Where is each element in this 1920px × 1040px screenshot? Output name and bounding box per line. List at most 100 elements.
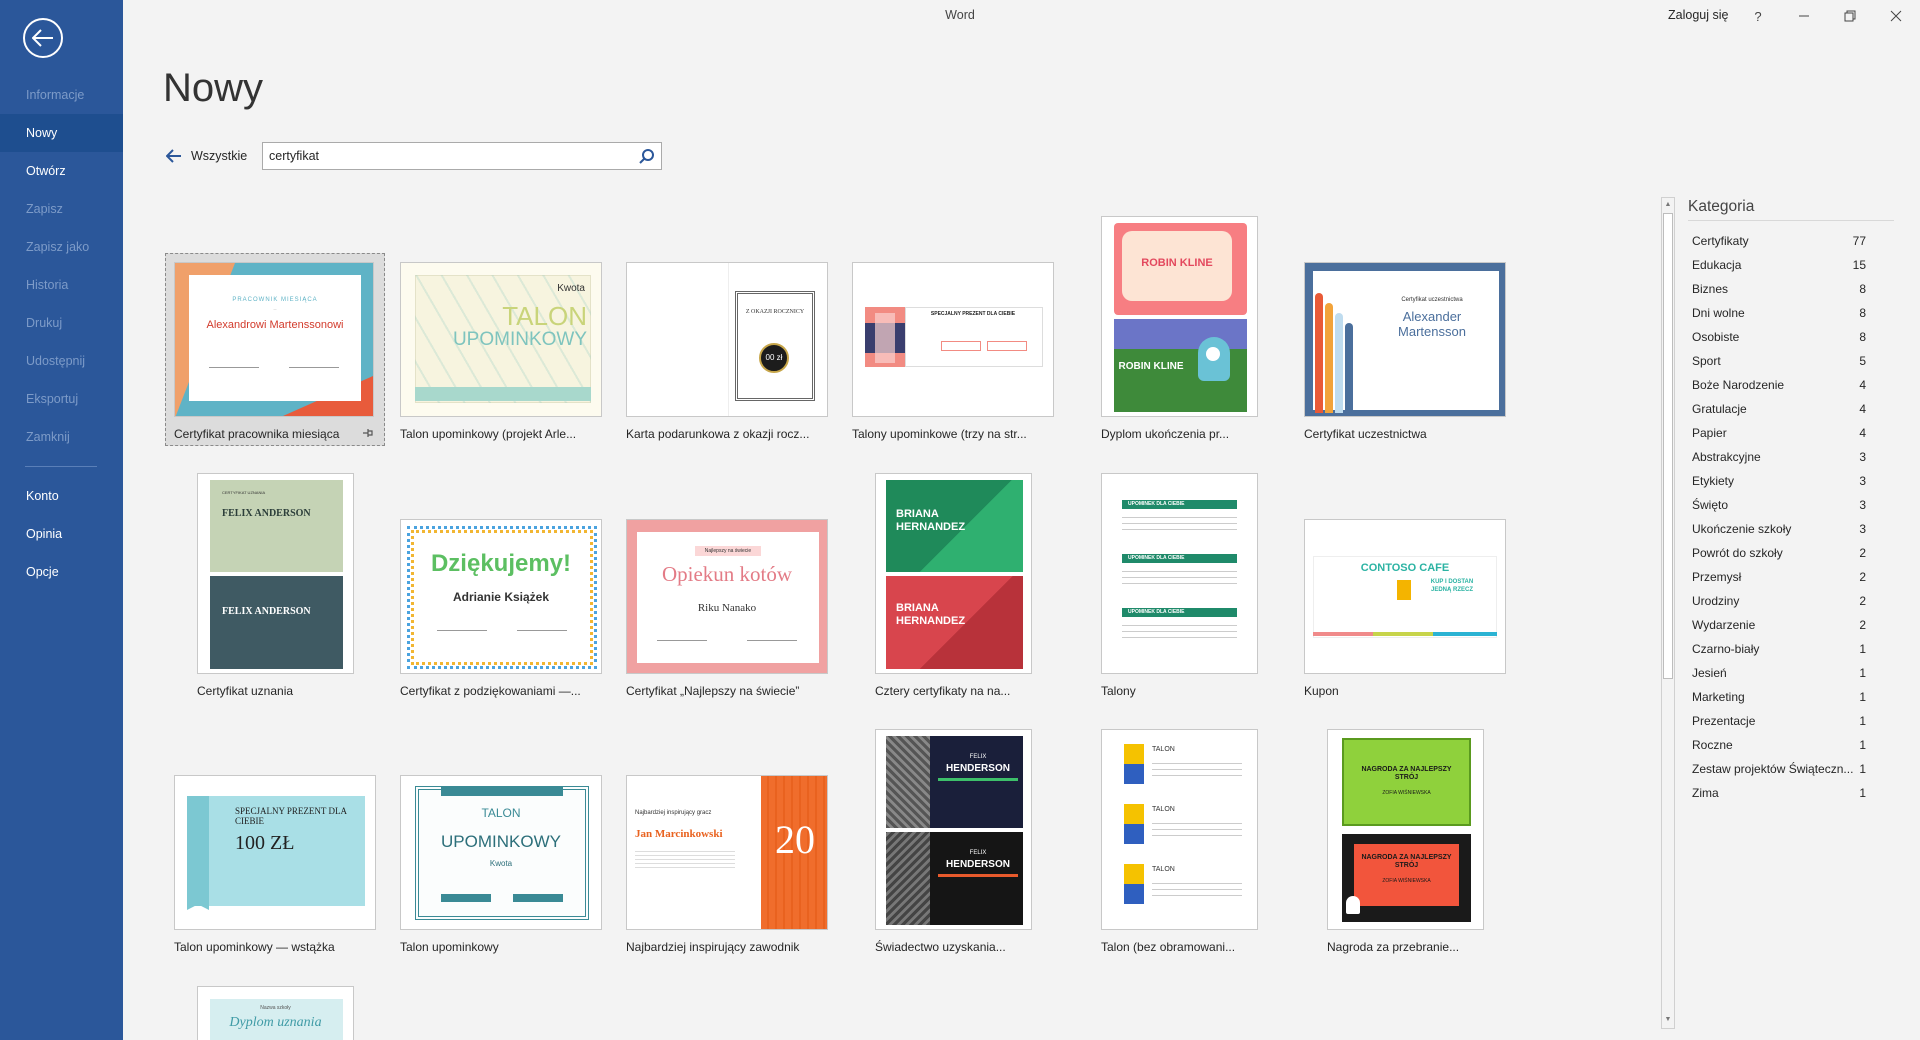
home-back-button[interactable] — [165, 149, 182, 163]
nav-informacje: Informacje — [26, 88, 85, 102]
template-thumbnail: Kwota TALON UPOMINKOWY — [400, 262, 602, 417]
template-thumbnail: BRIANA HERNANDEZ BRIANA HERNANDEZ — [875, 473, 1032, 674]
thumb-first: FELIX — [969, 754, 987, 760]
category-count: 1 — [1859, 714, 1866, 728]
template-thumbnail: Nazwa szkoły Dyplom uznania — [197, 986, 354, 1040]
thumb-heading: Certyfikat uczestnictwa — [1401, 297, 1463, 303]
window-title: Word — [945, 8, 975, 22]
category-item[interactable]: Certyfikaty 77 — [1688, 230, 1896, 252]
nav-nowy[interactable]: Nowy — [0, 114, 123, 152]
thumb-name: Alexander Martensson — [1398, 309, 1466, 339]
thumb-line2: UPOMINKOWY — [452, 329, 587, 350]
category-item[interactable]: Urodziny 2 — [1688, 590, 1896, 612]
category-item[interactable]: Jesień 1 — [1688, 662, 1896, 684]
category-item[interactable]: Sport 5 — [1688, 350, 1896, 372]
backstage-sidebar: Informacje Nowy Otwórz Zapisz Zapisz jak… — [0, 0, 123, 1040]
thumb-amount: 100 ZŁ — [235, 832, 295, 854]
category-item[interactable]: Etykiety 3 — [1688, 470, 1896, 492]
nav-opinia[interactable]: Opinia — [0, 515, 123, 553]
template-thumbnail: ROBIN KLINE ROBIN KLINE — [1101, 216, 1258, 417]
category-count: 4 — [1859, 426, 1866, 440]
category-item[interactable]: Edukacja 15 — [1688, 254, 1896, 276]
category-item[interactable]: Gratulacje 4 — [1688, 398, 1896, 420]
nav-zapisz: Zapisz — [26, 202, 63, 216]
category-count: 4 — [1859, 378, 1866, 392]
pin-icon[interactable] — [362, 427, 374, 439]
category-item[interactable]: Wydarzenie 2 — [1688, 614, 1896, 636]
category-name: Roczne — [1692, 738, 1733, 752]
category-name: Sport — [1692, 354, 1721, 368]
search-button[interactable] — [637, 147, 657, 167]
category-item[interactable]: Osobiste 8 — [1688, 326, 1896, 348]
category-name: Zestaw projektów Świąteczn... — [1692, 762, 1854, 776]
close-window-button[interactable] — [1880, 4, 1912, 28]
template-label: Certyfikat uczestnictwa — [1304, 427, 1427, 441]
category-count: 77 — [1852, 234, 1866, 248]
thumb-heading: CERTYFIKAT UZNANIA — [222, 490, 266, 495]
thumb-line1: TALON — [481, 806, 521, 820]
search-box — [262, 142, 662, 170]
template-label: Talony upominkowe (trzy na str... — [852, 427, 1027, 441]
thumb-title: Z OKAZJI ROCZNICY — [745, 309, 805, 315]
category-item[interactable]: Boże Narodzenie 4 — [1688, 374, 1896, 396]
arrow-left-icon — [165, 149, 181, 163]
template-thumbnail: NAGRODA ZA NAJLEPSZY STRÓJ ZOFIA WIŚNIEW… — [1327, 729, 1484, 930]
thumb-heading: NAGRODA ZA NAJLEPSZY STRÓJ — [1361, 766, 1452, 781]
template-label: Certyfikat uznania — [197, 684, 294, 698]
scroll-down-arrow-icon[interactable]: ▼ — [1663, 1015, 1673, 1025]
minimize-button[interactable] — [1788, 4, 1820, 28]
category-count: 8 — [1859, 282, 1866, 296]
category-item[interactable]: Święto 3 — [1688, 494, 1896, 516]
category-item[interactable]: Zestaw projektów Świąteczn... 1 — [1688, 758, 1896, 780]
category-item[interactable]: Ukończenie szkoły 3 — [1688, 518, 1896, 540]
category-name: Czarno-biały — [1692, 642, 1760, 656]
thumb-heading: SPECJALNY PREZENT DLA CIEBIE — [235, 806, 347, 826]
category-count: 3 — [1859, 474, 1866, 488]
template-label: Certyfikat „Najlepszy na świecie” — [626, 684, 800, 698]
thumb-name2: HERNANDEZ — [896, 521, 966, 533]
category-name: Boże Narodzenie — [1692, 378, 1785, 392]
search-input[interactable] — [269, 147, 619, 165]
thumb-name: ZOFIA WIŚNIEWSKA — [1382, 790, 1431, 796]
scroll-up-arrow-icon[interactable]: ▲ — [1663, 200, 1673, 210]
nav-konto[interactable]: Konto — [0, 477, 123, 515]
sign-in-link[interactable]: Zaloguj się — [1668, 8, 1728, 22]
category-item[interactable]: Przemysł 2 — [1688, 566, 1896, 588]
category-item[interactable]: Prezentacje 1 — [1688, 710, 1896, 732]
thumb-name: ROBIN KLINE — [1141, 257, 1213, 269]
help-button[interactable]: ? — [1742, 4, 1774, 28]
category-name: Dni wolne — [1692, 306, 1745, 320]
category-count: 1 — [1859, 786, 1866, 800]
nav-otworz[interactable]: Otwórz — [0, 152, 123, 190]
category-item[interactable]: Dni wolne 8 — [1688, 302, 1896, 324]
category-name: Etykiety — [1692, 474, 1735, 488]
category-item[interactable]: Roczne 1 — [1688, 734, 1896, 756]
category-item[interactable]: Marketing 1 — [1688, 686, 1896, 708]
thumb-title: Opiekun kotów — [661, 562, 793, 586]
all-templates-link[interactable]: Wszystkie — [191, 149, 247, 163]
category-item[interactable]: Powrót do szkoły 2 — [1688, 542, 1896, 564]
category-name: Prezentacje — [1692, 714, 1756, 728]
category-item[interactable]: Biznes 8 — [1688, 278, 1896, 300]
category-name: Biznes — [1692, 282, 1729, 296]
back-button[interactable] — [23, 18, 63, 58]
restore-button[interactable] — [1834, 4, 1866, 28]
category-item[interactable]: Abstrakcyjne 3 — [1688, 446, 1896, 468]
category-count: 8 — [1859, 330, 1866, 344]
scroll-thumb[interactable] — [1663, 213, 1673, 679]
category-count: 3 — [1859, 522, 1866, 536]
category-item[interactable]: Czarno-biały 1 — [1688, 638, 1896, 660]
category-title: Kategoria — [1688, 198, 1755, 215]
template-label: Świadectwo uzyskania... — [875, 940, 1006, 954]
template-thumbnail: SPECJALNY PREZENT DLA CIEBIE 100 ZŁ — [174, 775, 376, 930]
template-thumbnail: TALON TALON TALON — [1101, 729, 1258, 930]
category-item[interactable]: Papier 4 — [1688, 422, 1896, 444]
thumb-name: Adrianie Książek — [452, 590, 550, 604]
nav-zamknij: Zamknij — [26, 430, 70, 444]
thumb-number: 20 — [775, 817, 815, 862]
nav-opcje[interactable]: Opcje — [0, 553, 123, 591]
thumb-name: Jan Marcinkowski — [635, 828, 723, 840]
restore-icon — [1844, 10, 1856, 22]
category-item[interactable]: Zima 1 — [1688, 782, 1896, 804]
thumb-tag: Kwota — [557, 283, 585, 294]
